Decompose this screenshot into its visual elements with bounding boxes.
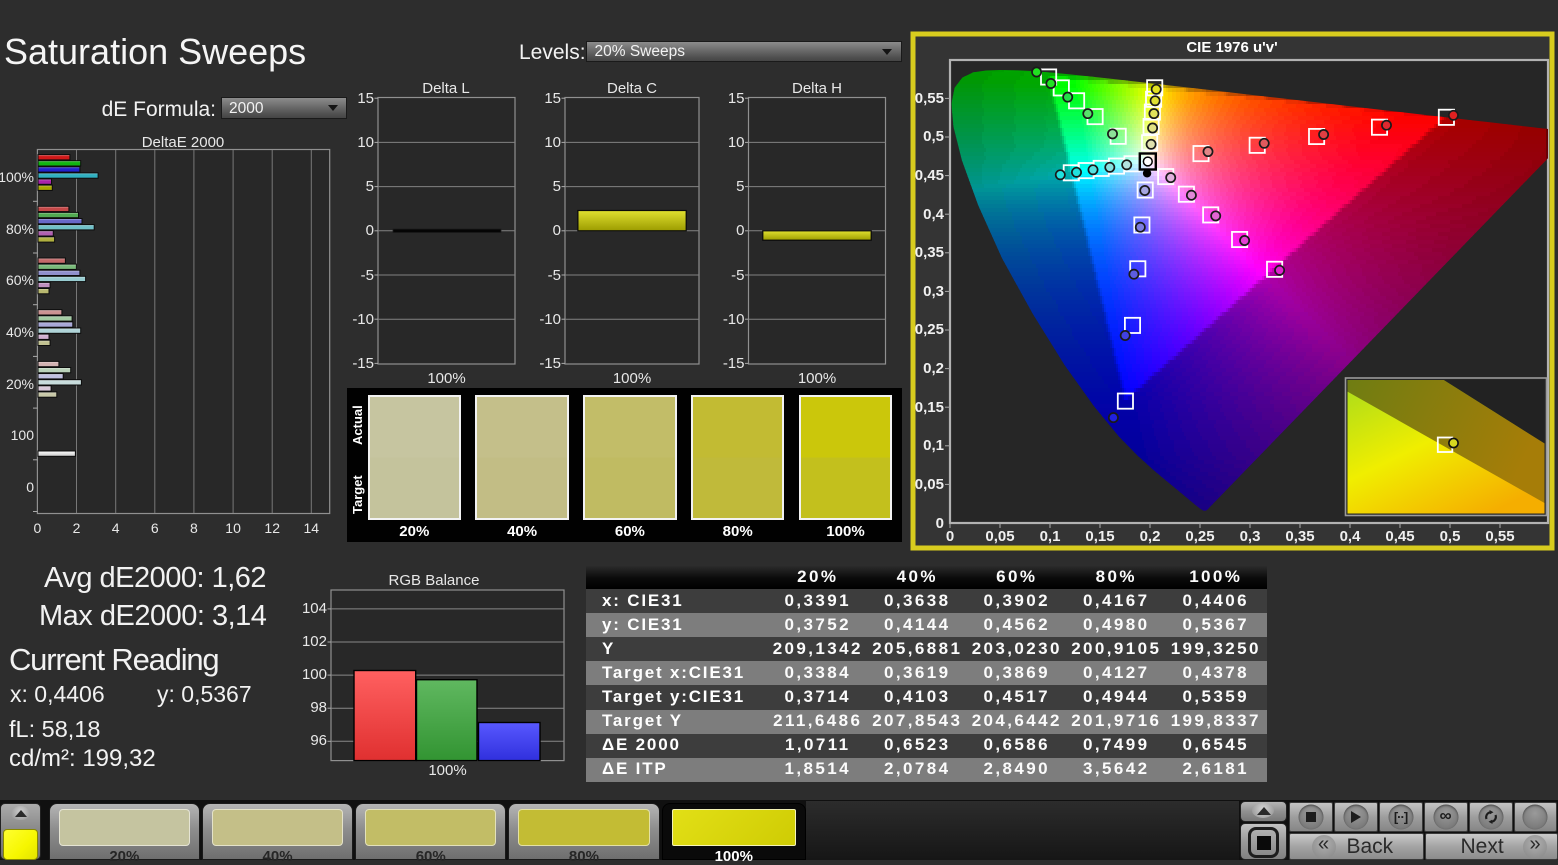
- svg-text:0,4: 0,4: [1340, 528, 1362, 545]
- svg-text:15: 15: [728, 90, 745, 107]
- svg-text:0,55: 0,55: [1485, 528, 1514, 545]
- svg-text:5: 5: [736, 178, 744, 195]
- svg-text:12: 12: [264, 520, 280, 536]
- svg-text:5: 5: [553, 178, 561, 195]
- svg-text:-5: -5: [548, 267, 561, 284]
- svg-text:0,35: 0,35: [1285, 528, 1314, 545]
- svg-text:-10: -10: [352, 311, 374, 328]
- svg-text:DeltaE 2000: DeltaE 2000: [142, 134, 225, 151]
- svg-text:100%: 100%: [428, 762, 466, 779]
- svg-text:10: 10: [728, 134, 745, 151]
- svg-text:60%: 60%: [6, 272, 34, 288]
- svg-text:0: 0: [34, 520, 42, 536]
- svg-text:Delta L: Delta L: [422, 80, 470, 97]
- svg-text:4: 4: [112, 520, 120, 536]
- svg-text:10: 10: [225, 520, 241, 536]
- svg-text:0: 0: [946, 528, 954, 545]
- svg-text:-5: -5: [731, 267, 744, 284]
- svg-text:0,5: 0,5: [923, 128, 944, 145]
- svg-text:0: 0: [736, 222, 744, 239]
- svg-text:0,1: 0,1: [1040, 528, 1061, 545]
- svg-text:96: 96: [310, 732, 327, 749]
- svg-text:-10: -10: [539, 311, 561, 328]
- svg-text:0,4: 0,4: [923, 206, 945, 223]
- svg-text:102: 102: [302, 633, 327, 650]
- svg-text:Delta H: Delta H: [792, 80, 842, 97]
- svg-text:100: 100: [11, 427, 35, 443]
- svg-text:100%: 100%: [427, 370, 465, 385]
- svg-text:0,15: 0,15: [915, 399, 944, 416]
- svg-text:80%: 80%: [6, 221, 34, 237]
- svg-text:100%: 100%: [798, 370, 836, 385]
- svg-text:0,45: 0,45: [915, 167, 944, 184]
- svg-text:100%: 100%: [613, 370, 651, 385]
- svg-text:15: 15: [544, 90, 561, 107]
- svg-text:5: 5: [366, 178, 374, 195]
- svg-text:20%: 20%: [6, 376, 34, 392]
- svg-text:-10: -10: [723, 311, 745, 328]
- svg-text:0,5: 0,5: [1440, 528, 1461, 545]
- svg-text:0,3: 0,3: [1240, 528, 1261, 545]
- svg-text:0: 0: [553, 222, 561, 239]
- svg-text:98: 98: [310, 699, 327, 716]
- svg-text:0: 0: [936, 515, 944, 532]
- svg-text:0,25: 0,25: [915, 321, 944, 338]
- svg-text:0: 0: [366, 222, 374, 239]
- svg-text:6: 6: [151, 520, 159, 536]
- svg-text:0,45: 0,45: [1385, 528, 1414, 545]
- svg-text:CIE 1976 u'v': CIE 1976 u'v': [1186, 39, 1277, 56]
- svg-text:Delta C: Delta C: [607, 80, 657, 97]
- svg-text:0,1: 0,1: [923, 437, 944, 454]
- svg-text:-15: -15: [539, 355, 561, 372]
- svg-text:10: 10: [357, 134, 374, 151]
- svg-text:0,05: 0,05: [985, 528, 1014, 545]
- svg-text:-5: -5: [361, 267, 374, 284]
- svg-text:0,25: 0,25: [1185, 528, 1214, 545]
- svg-text:14: 14: [304, 520, 320, 536]
- svg-text:0,35: 0,35: [915, 244, 944, 261]
- svg-text:0,2: 0,2: [1140, 528, 1161, 545]
- svg-text:-15: -15: [352, 355, 374, 372]
- svg-text:40%: 40%: [6, 324, 34, 340]
- svg-text:0,05: 0,05: [915, 476, 944, 493]
- svg-text:15: 15: [357, 90, 374, 107]
- svg-text:2: 2: [73, 520, 81, 536]
- svg-text:-15: -15: [723, 355, 745, 372]
- svg-text:0,15: 0,15: [1085, 528, 1114, 545]
- svg-text:10: 10: [544, 134, 561, 151]
- svg-text:100: 100: [302, 666, 327, 683]
- svg-text:104: 104: [302, 600, 327, 617]
- svg-text:100%: 100%: [0, 169, 34, 185]
- svg-text:0,3: 0,3: [923, 283, 944, 300]
- svg-text:0,55: 0,55: [915, 90, 944, 107]
- svg-text:RGB Balance: RGB Balance: [389, 572, 480, 589]
- svg-text:8: 8: [190, 520, 198, 536]
- svg-text:0: 0: [26, 479, 34, 495]
- svg-text:0,2: 0,2: [923, 360, 944, 377]
